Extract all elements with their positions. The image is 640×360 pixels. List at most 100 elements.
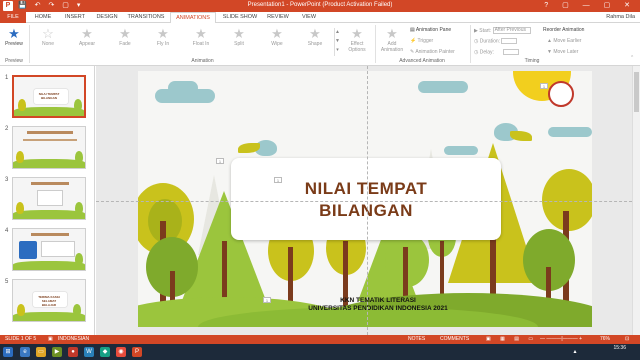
app-icon[interactable]: ◆	[100, 347, 110, 357]
file-explorer-icon[interactable]: ▭	[36, 347, 46, 357]
add-animation-button[interactable]: ★ Add Animation	[377, 26, 407, 53]
app-icon[interactable]: ●	[68, 347, 78, 357]
advanced-group-label: Advanced Animation	[399, 58, 445, 64]
animation-label: Shape	[307, 41, 323, 47]
comments-button[interactable]: COMMENTS	[440, 335, 469, 344]
animation-label: Fade	[119, 41, 131, 47]
window-controls[interactable]: ? ▢ — ▢ ✕	[544, 1, 636, 9]
slide-thumbnail-4[interactable]	[12, 228, 86, 271]
animation-shape[interactable]: ★ Shape	[301, 26, 329, 47]
powerpoint-taskbar-icon[interactable]: P	[132, 347, 142, 357]
tab-file[interactable]: FILE	[0, 12, 26, 23]
preview-group-label: Preview	[5, 58, 23, 64]
preview-button[interactable]: ★ Preview	[0, 26, 28, 47]
media-icon[interactable]: ▶	[52, 347, 62, 357]
thumb-caption: TERIMA KASIH SELAMAT BELAJAR	[38, 295, 60, 307]
taskbar-clock[interactable]: 15:36	[613, 345, 626, 352]
fit-slide-icon[interactable]: ⊡	[625, 335, 629, 344]
slide-canvas[interactable]: NILAI TEMPAT BILANGAN KKN TEMATIK LITERA…	[138, 71, 592, 327]
zoom-level[interactable]: 76%	[600, 335, 610, 344]
animation-split[interactable]: ★ Split	[225, 26, 253, 47]
word-icon[interactable]: W	[84, 347, 94, 357]
thumb-table	[41, 241, 75, 257]
split-star-icon: ★	[233, 26, 245, 41]
tab-design[interactable]: DESIGN	[92, 12, 122, 23]
scrollbar-thumb[interactable]	[634, 72, 639, 112]
slide-subtitle[interactable]: KKN TEMATIK LITERASI UNIVERSITAS PENDIDI…	[278, 297, 478, 312]
view-buttons[interactable]: ▣ ▦ ▤ ▭	[486, 335, 537, 344]
animation-fly-in[interactable]: ★ Fly In	[149, 26, 177, 47]
animation-appear[interactable]: ★ Appear	[73, 26, 101, 47]
animation-label: Appear	[78, 41, 96, 47]
slide-thumbnail-5[interactable]: TERIMA KASIH SELAMAT BELAJAR	[12, 279, 86, 322]
start-control[interactable]: ▶ Start: After Previous	[474, 27, 531, 34]
vertical-guide[interactable]	[367, 66, 368, 335]
tab-transitions[interactable]: TRANSITIONS	[124, 12, 168, 23]
tab-slide-show[interactable]: SLIDE SHOW	[220, 12, 260, 23]
spellcheck-icon[interactable]: ▣	[48, 335, 53, 344]
gallery-scroll[interactable]: ▲ ▼ ▾	[334, 28, 340, 56]
title-placeholder[interactable]: NILAI TEMPAT BILANGAN	[231, 158, 501, 240]
language-indicator[interactable]: INDONESIAN	[58, 335, 89, 344]
animation-float-in[interactable]: ★ Float In	[187, 26, 215, 47]
slide-thumbnail-1[interactable]: NILAI TEMPAT BILANGAN	[12, 75, 86, 118]
slide-title-line2: BILANGAN	[319, 201, 413, 220]
slide-thumbnail-3[interactable]	[12, 177, 86, 220]
ie-icon[interactable]: e	[20, 347, 30, 357]
start-button-icon[interactable]: ⊞	[3, 347, 13, 357]
animation-order-tag[interactable]: 1	[274, 177, 282, 183]
start-label: Start:	[479, 27, 492, 34]
trigger-button[interactable]: ⚡ Trigger	[410, 38, 433, 44]
horizontal-guide[interactable]	[96, 201, 632, 202]
thumb-tree	[18, 99, 26, 111]
move-later-button[interactable]: ▼ Move Later	[547, 49, 578, 55]
animation-group-label: Animation	[191, 58, 214, 64]
group-divider	[470, 25, 471, 63]
thumb-number: 2	[5, 126, 9, 132]
delay-label: Delay:	[479, 49, 494, 56]
duration-spinner[interactable]	[501, 38, 518, 44]
collapse-ribbon-icon[interactable]: ⌃	[630, 55, 634, 61]
animation-pane-button[interactable]: ▤ Animation Pane	[410, 27, 451, 33]
animation-order-tag[interactable]: 1	[263, 297, 271, 303]
chrome-icon[interactable]: ◉	[116, 347, 126, 357]
tab-review[interactable]: REVIEW	[263, 12, 293, 23]
appear-star-icon: ★	[81, 26, 93, 41]
animation-order-tag[interactable]: 1	[540, 83, 548, 89]
tab-view[interactable]: VIEW	[296, 12, 322, 23]
animation-painter-button[interactable]: ✎ Animation Painter	[410, 49, 455, 55]
subtitle-line2: UNIVERSITAS PENDIDIKAN INDONESIA 2021	[308, 304, 448, 312]
animation-none[interactable]: ☆ None	[34, 26, 62, 47]
status-bar: SLIDE 1 OF 5 ▣ INDONESIAN NOTES COMMENTS…	[0, 335, 640, 344]
duration-control[interactable]: ◷ Duration:	[474, 38, 518, 44]
user-name[interactable]: Rahma Dila	[606, 12, 635, 23]
slide-thumbnail-2[interactable]	[12, 126, 86, 169]
tab-insert[interactable]: INSERT	[60, 12, 90, 23]
animation-order-tag[interactable]: 1	[216, 158, 224, 164]
slide-thumbnail-pane: 1 NILAI TEMPAT BILANGAN 2 3 4 5 TERIMA K…	[0, 66, 95, 335]
cloud	[418, 81, 468, 93]
ribbon: ★ Preview Preview ☆ None ★ Appear ★ Fade ★ F…	[0, 23, 640, 66]
notes-button[interactable]: NOTES	[408, 335, 425, 344]
zoom-slider[interactable]: — ———|——— +	[540, 335, 582, 344]
thumb-caption: NILAI TEMPAT BILANGAN	[38, 92, 60, 100]
thumb-tree	[75, 202, 83, 214]
cloud	[168, 81, 198, 95]
delay-control[interactable]: ◷ Delay:	[474, 49, 520, 56]
slide-title-line1: NILAI TEMPAT	[304, 179, 428, 198]
preview-label: Preview	[5, 41, 23, 47]
animation-wipe[interactable]: ★ Wipe	[263, 26, 291, 47]
start-dropdown[interactable]: After Previous	[492, 27, 531, 34]
effect-options-button[interactable]: ★ Effect Options	[342, 26, 372, 53]
slide-counter: SLIDE 1 OF 5	[5, 336, 37, 342]
animation-fade[interactable]: ★ Fade	[111, 26, 139, 47]
ribbon-tabs: FILE HOME INSERT DESIGN TRANSITIONS ANIM…	[0, 12, 640, 24]
move-earlier-button[interactable]: ▲ Move Earlier	[547, 38, 581, 44]
tab-home[interactable]: HOME	[28, 12, 58, 23]
tray-icons[interactable]: ▴	[570, 347, 580, 357]
vertical-scrollbar[interactable]	[632, 66, 640, 335]
float-in-star-icon: ★	[195, 26, 207, 41]
move-later-label: Move Later	[553, 49, 579, 55]
thumb-tree	[16, 202, 24, 214]
delay-spinner[interactable]	[503, 49, 520, 55]
